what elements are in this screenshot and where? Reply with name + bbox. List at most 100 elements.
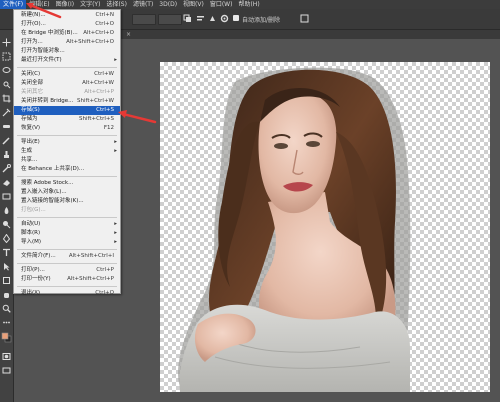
menu-item-shortcut: Alt+Shift+Ctrl+I: [68, 253, 114, 259]
file-menu-item[interactable]: 打开为智能对象...: [14, 47, 120, 56]
file-menu-item[interactable]: 在 Behance 上共享(D)...: [14, 165, 120, 174]
zoom-tool-icon[interactable]: [2, 304, 11, 313]
type-tool-icon[interactable]: [2, 248, 11, 257]
option-button[interactable]: [132, 14, 156, 25]
marquee-tool-icon[interactable]: [2, 52, 11, 61]
file-menu-item[interactable]: 置入链接的智能对象(K)...: [14, 197, 120, 206]
color-swatches-icon[interactable]: [1, 332, 12, 343]
file-menu-item[interactable]: 脚本(R) ▸: [14, 229, 120, 238]
quick-select-tool-icon[interactable]: [2, 80, 11, 89]
auto-add-delete-label: 自动添加/删除: [242, 17, 281, 24]
file-menu-item[interactable]: 自动(U) ▸: [14, 220, 120, 229]
align-edges-icon[interactable]: [300, 14, 309, 23]
hand-tool-icon[interactable]: [2, 290, 11, 299]
menu-item-shortcut: Alt+Ctrl+O: [83, 30, 114, 36]
file-menu-item[interactable]: 关闭(C) Ctrl+W: [14, 70, 120, 79]
menu-7[interactable]: 视图(V): [180, 0, 207, 9]
menu-9[interactable]: 帮助(H): [235, 0, 262, 9]
menu-4[interactable]: 选择(S): [103, 0, 130, 9]
file-menu-item[interactable]: 存储(S) Ctrl+S: [14, 106, 120, 115]
document-canvas[interactable]: [160, 62, 490, 392]
file-menu-item[interactable]: 导入(M) ▸: [14, 238, 120, 247]
eyedropper-tool-icon[interactable]: [2, 108, 11, 117]
menu-2[interactable]: 图像(I): [53, 0, 77, 9]
menu-item-label: 在 Behance 上共享(D)...: [21, 166, 85, 172]
menu-item-label: 共享...: [21, 157, 38, 163]
menu-item-label: 打包(G)...: [21, 207, 46, 213]
menu-item-shortcut: Shift+Ctrl+W: [77, 98, 114, 104]
file-menu-item[interactable]: 退出(X) Ctrl+Q: [14, 289, 120, 298]
menu-item-label: 生成: [21, 148, 33, 154]
option-button[interactable]: [158, 14, 182, 25]
menu-item-label: 打开(O)...: [21, 21, 46, 27]
dodge-tool-icon[interactable]: [2, 220, 11, 229]
submenu-arrow-icon: ▸: [114, 230, 117, 236]
clone-stamp-tool-icon[interactable]: [2, 150, 11, 159]
path-arrange-icon[interactable]: [208, 14, 217, 23]
file-menu-item[interactable]: 恢复(V) F12: [14, 124, 120, 133]
file-menu-item[interactable]: 导出(E) ▸: [14, 138, 120, 147]
menu-item-label: 关闭并转到 Bridge...: [21, 98, 74, 104]
screen-mode-icon[interactable]: [2, 366, 11, 375]
menu-item-label: 自动(U): [21, 221, 41, 227]
menu-item-label: 打印(P)...: [21, 267, 45, 273]
history-brush-tool-icon[interactable]: [2, 164, 11, 173]
menu-item-label: 退出(X): [21, 290, 41, 296]
menu-3[interactable]: 文字(Y): [77, 0, 103, 9]
menu-item-shortcut: Ctrl+Q: [95, 290, 114, 296]
more-tools-icon[interactable]: [2, 318, 11, 327]
menu-item-label: 新建(N)...: [21, 12, 46, 18]
healing-brush-tool-icon[interactable]: [2, 122, 11, 131]
file-menu-item[interactable]: 文件简介(F)... Alt+Shift+Ctrl+I: [14, 252, 120, 261]
pen-tool-icon[interactable]: [2, 234, 11, 243]
menu-item-label: 存储(S): [21, 107, 40, 113]
file-menu-item[interactable]: 打开为... Alt+Shift+Ctrl+O: [14, 38, 120, 47]
tab-close-icon[interactable]: ×: [126, 31, 131, 38]
crop-tool-icon[interactable]: [2, 94, 11, 103]
menu-0[interactable]: 文件(F): [0, 0, 27, 9]
menu-1[interactable]: 编辑(E): [26, 0, 52, 9]
file-menu-item[interactable]: 打开(O)... Ctrl+O: [14, 20, 120, 29]
menu-8[interactable]: 窗口(W): [207, 0, 236, 9]
menu-item-label: 导出(E): [21, 139, 40, 145]
lasso-tool-icon[interactable]: [2, 66, 11, 75]
menu-item-label: 置入链接的智能对象(K)...: [21, 198, 84, 204]
menu-separator: [17, 176, 117, 177]
quick-mask-icon[interactable]: [2, 352, 11, 361]
file-menu-item[interactable]: 关闭并转到 Bridge... Shift+Ctrl+W: [14, 97, 120, 106]
file-menu-item[interactable]: 打印(P)... Ctrl+P: [14, 266, 120, 275]
tools-panel: [0, 30, 14, 402]
menu-5[interactable]: 滤镜(T): [130, 0, 156, 9]
file-menu-item[interactable]: 生成 ▸: [14, 147, 120, 156]
menu-item-shortcut: Alt+Ctrl+W: [82, 80, 114, 86]
submenu-arrow-icon: ▸: [114, 148, 117, 154]
auto-add-delete-checkbox[interactable]: [233, 15, 239, 21]
submenu-arrow-icon: ▸: [114, 57, 117, 63]
menu-item-label: 关闭其它: [21, 89, 44, 95]
file-menu-item[interactable]: 打印一份(Y) Alt+Shift+Ctrl+P: [14, 275, 120, 284]
file-menu-item[interactable]: 在 Bridge 中浏览(B)... Alt+Ctrl+O: [14, 29, 120, 38]
file-menu-item[interactable]: 新建(N)... Ctrl+N: [14, 11, 120, 20]
file-menu-item[interactable]: 共享...: [14, 156, 120, 165]
blur-tool-icon[interactable]: [2, 206, 11, 215]
submenu-arrow-icon: ▸: [114, 221, 117, 227]
move-tool-icon[interactable]: [2, 38, 11, 47]
file-menu-item[interactable]: 置入嵌入对象(L)...: [14, 188, 120, 197]
file-menu-item[interactable]: 关闭全部 Alt+Ctrl+W: [14, 79, 120, 88]
gear-icon[interactable]: [220, 14, 229, 23]
file-menu-item[interactable]: 搜索 Adobe Stock...: [14, 179, 120, 188]
brush-tool-icon[interactable]: [2, 136, 11, 145]
menu-6[interactable]: 3D(D): [156, 0, 180, 9]
menu-item-label: 关闭(C): [21, 71, 41, 77]
menu-item-shortcut: Alt+Shift+Ctrl+P: [67, 276, 114, 282]
path-align-icon[interactable]: [196, 14, 205, 23]
portrait-cutout-image: [178, 67, 411, 392]
path-ops-icon[interactable]: [183, 14, 192, 23]
file-menu-item[interactable]: 存储为 Shift+Ctrl+S: [14, 115, 120, 124]
file-menu-item[interactable]: 最近打开文件(T) ▸: [14, 56, 120, 65]
menu-item-label: 存储为: [21, 116, 38, 122]
shape-tool-icon[interactable]: [2, 276, 11, 285]
path-select-tool-icon[interactable]: [2, 262, 11, 271]
gradient-tool-icon[interactable]: [2, 192, 11, 201]
eraser-tool-icon[interactable]: [2, 178, 11, 187]
